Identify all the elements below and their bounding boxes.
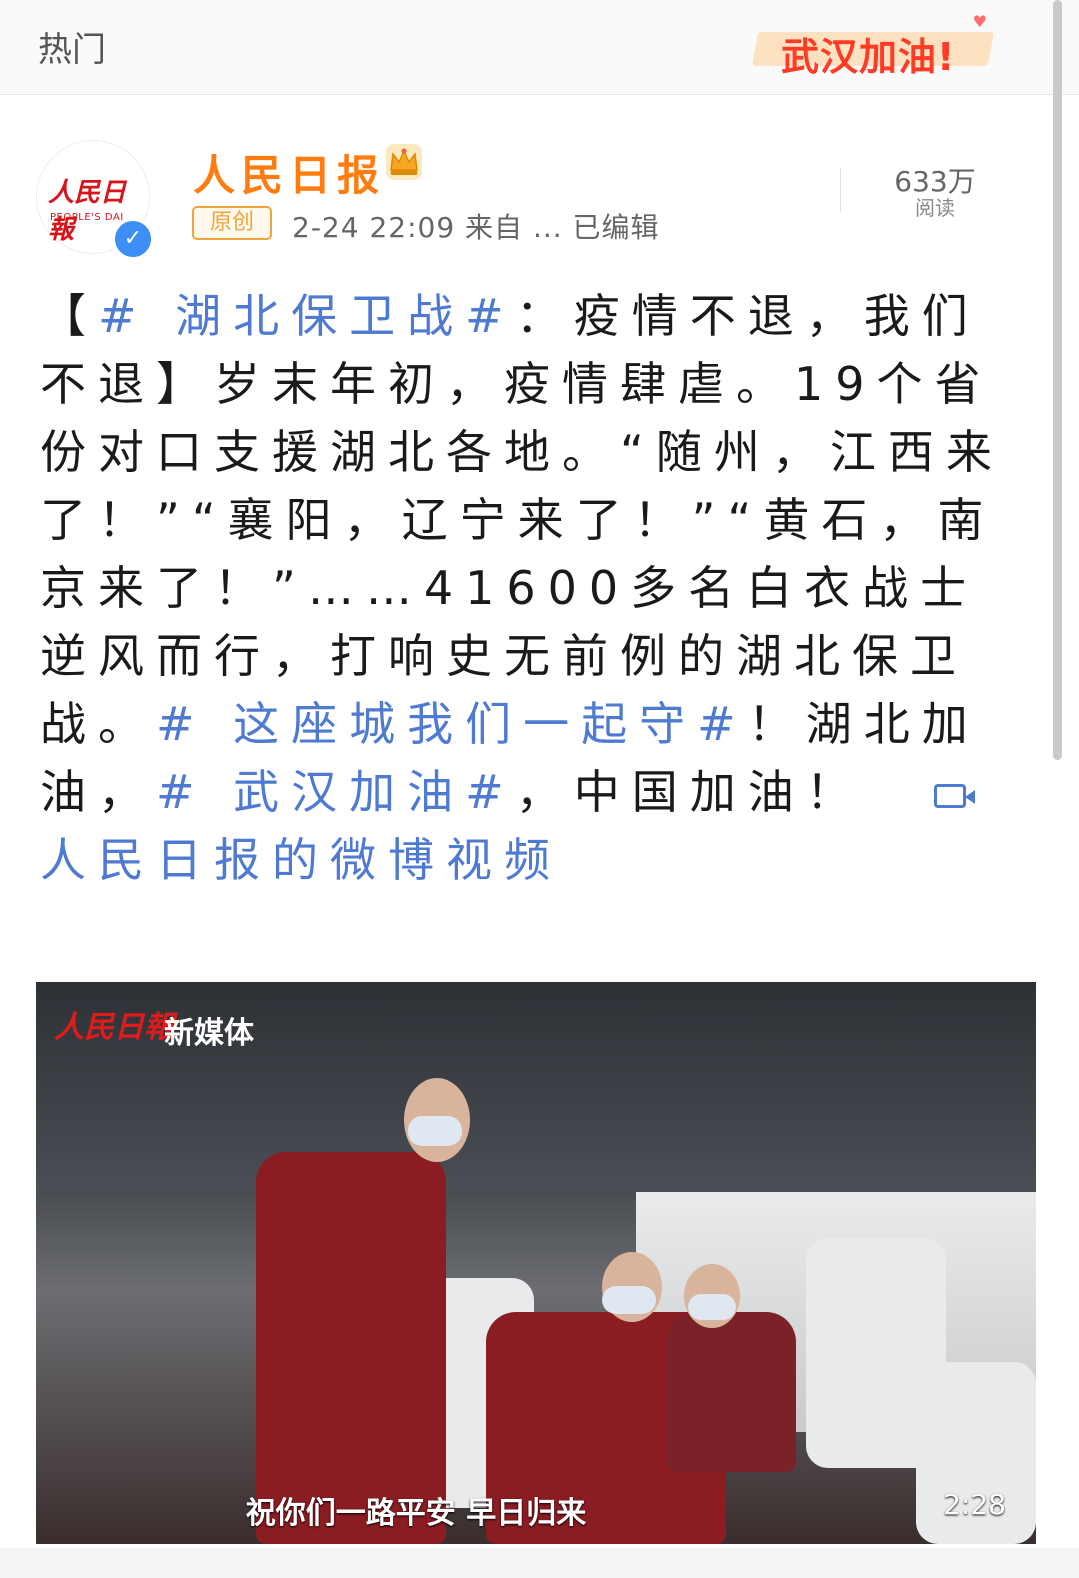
author-name[interactable]: 人民日报: [193, 142, 385, 203]
crown-icon[interactable]: [382, 140, 426, 184]
tab-hot[interactable]: 热门: [38, 22, 106, 71]
video-logo-sub: 新媒体: [164, 1016, 254, 1051]
post-meta: 2-24 22:09 来自 ... 已编辑: [292, 211, 660, 244]
video-frame-person: [256, 1152, 446, 1544]
video-frame-mask: [602, 1286, 656, 1314]
bottom-strip: [0, 1548, 1079, 1578]
video-logo: 人民日報: [54, 1010, 174, 1045]
banner-text: 武汉加油!: [781, 35, 956, 79]
scrollbar[interactable]: [1053, 0, 1062, 760]
topic-guard-city[interactable]: # 这座城我们一起守#: [156, 697, 748, 751]
video-subtitle: 祝你们一路平安 早日归来: [245, 1496, 587, 1531]
top-bar: 热门 武汉加油! ♥: [0, 0, 1079, 95]
video-frame-mask: [688, 1294, 736, 1320]
video-icon: [933, 783, 975, 808]
weibo-post-page: 热门 武汉加油! ♥ 人民日報 PEOPLE'S DAI ✓ 人民日报 原创 2…: [0, 0, 1079, 1578]
video-duration: 2:28: [943, 1488, 1006, 1521]
body-text-1: ：疫情不退，我们不退】岁末年初，疫情肆虐。19个省份对口支援湖北各地。“随州，江…: [40, 289, 1004, 751]
video-player[interactable]: 人民日報 新媒体 祝你们一路平安 早日归来 2:28: [36, 982, 1036, 1544]
wuhan-banner[interactable]: 武汉加油! ♥: [752, 12, 994, 80]
verified-icon: ✓: [112, 218, 154, 260]
avatar-logo-subtitle: PEOPLE'S DAI: [50, 212, 124, 223]
original-tag: 原创: [192, 206, 272, 240]
video-frame-mask: [408, 1116, 462, 1146]
video-frame-person: [666, 1312, 796, 1472]
bracket-open: 【: [40, 289, 98, 343]
divider: [840, 168, 841, 212]
topic-wuhan-jiayou[interactable]: # 武汉加油#: [156, 765, 516, 819]
topic-hubei-defense[interactable]: # 湖北保卫战#: [98, 289, 516, 343]
body-text-3: ，中国加油！: [515, 765, 864, 819]
post-body: 【# 湖北保卫战#：疫情不退，我们不退】岁末年初，疫情肆虐。19个省份对口支援湖…: [40, 282, 1030, 894]
video-link[interactable]: 人民日报的微博视频: [40, 833, 562, 887]
heart-icon: ♥: [972, 12, 987, 31]
read-label: 阅读: [915, 196, 955, 220]
